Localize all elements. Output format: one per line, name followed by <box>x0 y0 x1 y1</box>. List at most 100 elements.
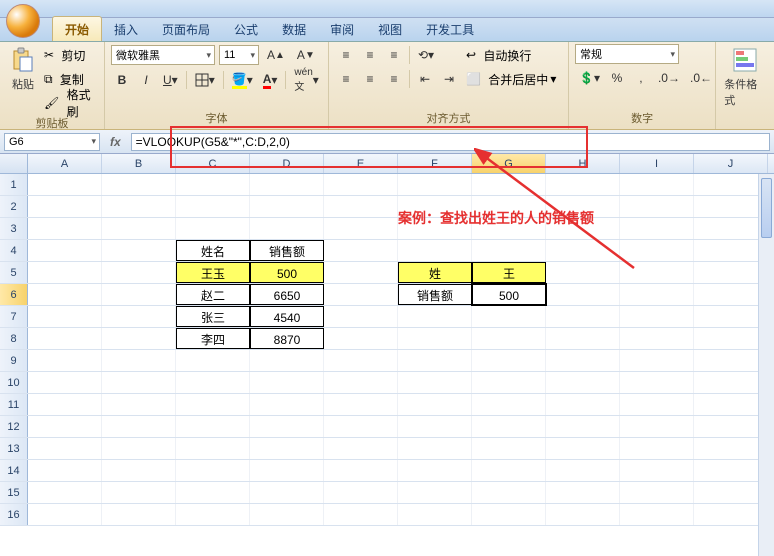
cell-I13[interactable] <box>620 438 694 459</box>
cell-B5[interactable] <box>102 262 176 283</box>
cell-C5[interactable]: 王玉 <box>176 262 250 283</box>
row-header-14[interactable]: 14 <box>0 460 28 481</box>
cell-B7[interactable] <box>102 306 176 327</box>
row-header-10[interactable]: 10 <box>0 372 28 393</box>
cell-C9[interactable] <box>176 350 250 371</box>
phonetic-button[interactable]: wén文▾ <box>290 70 322 90</box>
cell-G15[interactable] <box>472 482 546 503</box>
underline-button[interactable]: U▾ <box>159 70 182 90</box>
cell-C12[interactable] <box>176 416 250 437</box>
cell-A7[interactable] <box>28 306 102 327</box>
cell-E4[interactable] <box>324 240 398 261</box>
cell-I1[interactable] <box>620 174 694 195</box>
format-painter-button[interactable]: 🖌 格式刷 <box>44 92 98 114</box>
tab-insert[interactable]: 插入 <box>102 17 150 41</box>
col-D[interactable]: D <box>250 154 324 173</box>
cell-F7[interactable] <box>398 306 472 327</box>
cell-C11[interactable] <box>176 394 250 415</box>
italic-button[interactable]: I <box>135 70 157 90</box>
cell-A16[interactable] <box>28 504 102 525</box>
office-button[interactable] <box>6 4 40 38</box>
cell-D14[interactable] <box>250 460 324 481</box>
cell-B12[interactable] <box>102 416 176 437</box>
col-B[interactable]: B <box>102 154 176 173</box>
cell-G7[interactable] <box>472 306 546 327</box>
tab-view[interactable]: 视图 <box>366 17 414 41</box>
cell-H7[interactable] <box>546 306 620 327</box>
cell-G6[interactable]: 500 <box>472 284 546 305</box>
cell-J12[interactable] <box>694 416 768 437</box>
cell-F12[interactable] <box>398 416 472 437</box>
row-header-15[interactable]: 15 <box>0 482 28 503</box>
cell-H6[interactable] <box>546 284 620 305</box>
cell-C15[interactable] <box>176 482 250 503</box>
row-header-2[interactable]: 2 <box>0 196 28 217</box>
align-bottom-button[interactable]: ≡ <box>383 45 405 65</box>
cell-H16[interactable] <box>546 504 620 525</box>
cell-I5[interactable] <box>620 262 694 283</box>
cell-B14[interactable] <box>102 460 176 481</box>
cell-A4[interactable] <box>28 240 102 261</box>
cell-D6[interactable]: 6650 <box>250 284 324 305</box>
tab-review[interactable]: 审阅 <box>318 17 366 41</box>
cell-A12[interactable] <box>28 416 102 437</box>
cell-H15[interactable] <box>546 482 620 503</box>
font-color-button[interactable]: A▾ <box>259 70 282 90</box>
row-header-16[interactable]: 16 <box>0 504 28 525</box>
cell-B4[interactable] <box>102 240 176 261</box>
cell-C10[interactable] <box>176 372 250 393</box>
cell-J14[interactable] <box>694 460 768 481</box>
cell-A2[interactable] <box>28 196 102 217</box>
col-I[interactable]: I <box>620 154 694 173</box>
cell-E1[interactable] <box>324 174 398 195</box>
col-H[interactable]: H <box>546 154 620 173</box>
cell-E11[interactable] <box>324 394 398 415</box>
cell-D12[interactable] <box>250 416 324 437</box>
cell-H1[interactable] <box>546 174 620 195</box>
decrease-decimal-button[interactable]: .0← <box>686 68 716 88</box>
select-all-corner[interactable] <box>0 154 28 173</box>
cell-C1[interactable] <box>176 174 250 195</box>
cell-I11[interactable] <box>620 394 694 415</box>
comma-format-button[interactable]: , <box>630 68 652 88</box>
align-middle-button[interactable]: ≡ <box>359 45 381 65</box>
cell-G11[interactable] <box>472 394 546 415</box>
col-J[interactable]: J <box>694 154 768 173</box>
bold-button[interactable]: B <box>111 70 133 90</box>
cell-J5[interactable] <box>694 262 768 283</box>
cell-C4[interactable]: 姓名 <box>176 240 250 261</box>
row-header-9[interactable]: 9 <box>0 350 28 371</box>
cell-G16[interactable] <box>472 504 546 525</box>
cell-D10[interactable] <box>250 372 324 393</box>
cell-F9[interactable] <box>398 350 472 371</box>
cell-H5[interactable] <box>546 262 620 283</box>
cell-F16[interactable] <box>398 504 472 525</box>
spreadsheet-grid[interactable]: A B C D E F G H I J 1234姓名销售额5王玉500姓王6赵二… <box>0 154 774 554</box>
cell-F14[interactable] <box>398 460 472 481</box>
cell-G13[interactable] <box>472 438 546 459</box>
row-header-8[interactable]: 8 <box>0 328 28 349</box>
cell-H8[interactable] <box>546 328 620 349</box>
cell-D11[interactable] <box>250 394 324 415</box>
cell-B15[interactable] <box>102 482 176 503</box>
cell-I7[interactable] <box>620 306 694 327</box>
cell-D9[interactable] <box>250 350 324 371</box>
grow-font-button[interactable]: A▲ <box>263 45 289 65</box>
cell-I8[interactable] <box>620 328 694 349</box>
cell-D3[interactable] <box>250 218 324 239</box>
conditional-formatting-button[interactable]: 条件格式 <box>722 44 768 110</box>
cell-D4[interactable]: 销售额 <box>250 240 324 261</box>
increase-indent-button[interactable]: ⇥ <box>438 69 460 89</box>
cell-G5[interactable]: 王 <box>472 262 546 283</box>
cell-B16[interactable] <box>102 504 176 525</box>
cell-G12[interactable] <box>472 416 546 437</box>
cell-F15[interactable] <box>398 482 472 503</box>
cell-J9[interactable] <box>694 350 768 371</box>
cell-B13[interactable] <box>102 438 176 459</box>
cell-C3[interactable] <box>176 218 250 239</box>
cell-G4[interactable] <box>472 240 546 261</box>
cell-B9[interactable] <box>102 350 176 371</box>
number-format-combo[interactable]: 常规 <box>575 44 679 64</box>
cell-I16[interactable] <box>620 504 694 525</box>
tab-home[interactable]: 开始 <box>52 16 102 41</box>
